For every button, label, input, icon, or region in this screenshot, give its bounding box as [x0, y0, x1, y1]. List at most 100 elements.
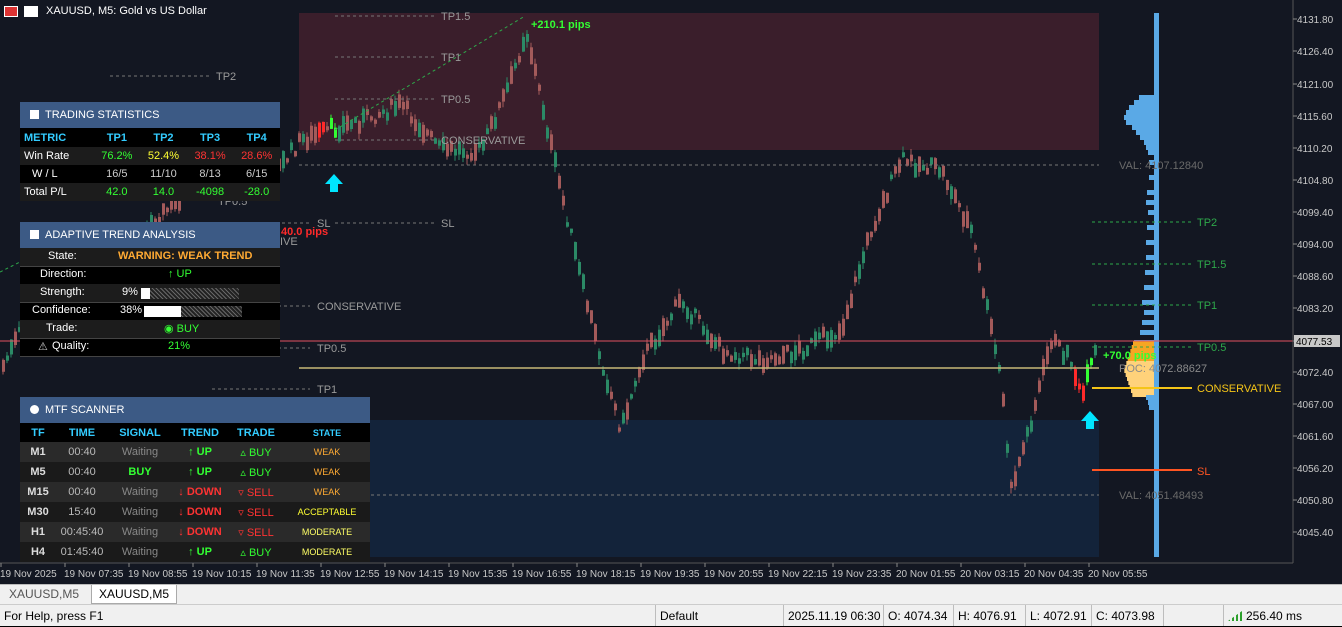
candle-body	[514, 62, 517, 69]
mtf-header-cell: TREND	[181, 426, 219, 439]
candle-body	[778, 356, 781, 365]
profile-bar	[1147, 225, 1154, 230]
candle-body	[738, 358, 741, 364]
candle-body	[530, 47, 533, 65]
poc-label: POC: 4072.88627	[1119, 363, 1207, 375]
mtf-cell: ↑ UP	[188, 466, 212, 478]
candle-body	[566, 222, 569, 227]
right-conservative-label: CONSERVATIVE	[1197, 383, 1281, 395]
mtf-cell: ↑ UP	[188, 546, 212, 558]
current-price-label: 4077.53	[1296, 337, 1333, 348]
price-tick-label: 4045.40	[1297, 528, 1334, 539]
time-tick-label: 19 Nov 18:15	[576, 569, 636, 580]
candle-body	[890, 174, 893, 180]
status-open: O: 4074.34	[883, 605, 953, 626]
tab-xauusd-m5-1[interactable]: XAUUSD,M5	[0, 585, 88, 604]
candle-body	[290, 142, 293, 151]
window-icons	[4, 6, 38, 18]
mtf-cell: 00:40	[68, 466, 96, 478]
stats-cell: 28.6%	[241, 150, 273, 162]
candle-body	[814, 331, 817, 347]
mtf-header-cell: TRADE	[237, 426, 275, 439]
mtf-cell: 01:45:40	[60, 546, 104, 558]
search-icon	[30, 405, 39, 414]
candle-body	[506, 82, 509, 93]
mtf-cell: ↓ DOWN	[178, 506, 222, 518]
candle-body	[1050, 341, 1053, 350]
mtf-cell: ↑ UP	[188, 446, 212, 458]
candle-body	[434, 138, 437, 144]
stats-row: Total P/L 42.0 14.0 -4098 -28.0	[20, 183, 280, 201]
candle-body	[982, 288, 985, 299]
demand-zone	[299, 420, 1099, 557]
candle-body	[1078, 383, 1081, 390]
candle-body	[930, 157, 933, 165]
mtf-cell: WEAK	[313, 447, 341, 457]
profile-bar	[1124, 115, 1154, 120]
val-bottom-label: VAL: 4051.48493	[1119, 490, 1203, 502]
mtf-cell: M30	[27, 506, 49, 518]
status-high: H: 4076.91	[953, 605, 1025, 626]
mtf-scanner-header: MTF SCANNER	[20, 397, 370, 423]
profile-bar	[1148, 400, 1154, 405]
trading-statistics-header: TRADING STATISTICS	[20, 102, 280, 128]
candle-body	[910, 154, 913, 162]
profile-bar	[1146, 395, 1154, 400]
direction-label: Direction:	[40, 268, 87, 280]
candle-body	[754, 358, 757, 365]
candle-body	[1090, 358, 1093, 366]
price-tick-label: 4131.80	[1297, 15, 1334, 26]
candle-body	[538, 84, 541, 91]
mtf-cell: 15:40	[68, 506, 96, 518]
profile-bar	[1140, 330, 1154, 335]
time-tick-label: 19 Nov 10:15	[192, 569, 252, 580]
tp2-left-label: TP2	[216, 71, 236, 83]
conservative-label: CONSERVATIVE	[441, 135, 525, 147]
candle-body	[994, 344, 997, 355]
candle-body	[610, 391, 613, 399]
tab-xauusd-m5-2[interactable]: XAUUSD,M5	[91, 585, 177, 604]
candle-body	[6, 355, 9, 361]
candle-body	[774, 353, 777, 366]
time-tick-label: 19 Nov 11:35	[256, 569, 315, 580]
mtf-cell: ▵ BUY	[240, 446, 272, 459]
sl-label: SL	[441, 218, 454, 230]
status-empty	[1163, 605, 1223, 626]
mtf-cell: ▿ SELL	[238, 486, 274, 499]
price-tick-label: 4050.80	[1297, 496, 1334, 507]
candle-body	[1034, 399, 1037, 411]
stats-cell: 38.1%	[194, 150, 226, 162]
pips-right-label: +70.0 pips	[1103, 350, 1157, 362]
candle-body	[590, 310, 593, 323]
tp05-label: TP0.5	[441, 94, 470, 106]
candle-body	[702, 325, 705, 335]
mtf-row: M5 00:40 BUY ↑ UP ▵ BUY WEAK	[20, 462, 370, 482]
state-label: State:	[48, 250, 77, 262]
stats-cell: 76.2%	[101, 150, 133, 162]
candle-body	[286, 158, 289, 163]
trend-analysis-panel: ADAPTIVE TREND ANALYSIS State: WARNING: …	[20, 222, 280, 357]
candle-body	[718, 336, 721, 347]
candle-body	[430, 131, 433, 138]
price-tick-label: 4072.40	[1297, 368, 1334, 379]
profile-bar	[1148, 150, 1154, 155]
candle-body	[894, 166, 897, 174]
confidence-value: 38%	[120, 304, 143, 316]
price-tick-label: 4061.60	[1297, 432, 1334, 443]
candle-body	[722, 348, 725, 364]
trading-statistics-title: TRADING STATISTICS	[45, 109, 160, 121]
time-tick-label: 20 Nov 05:55	[1088, 569, 1148, 580]
candle-body	[962, 211, 965, 227]
stats-row-label: Win Rate	[24, 150, 70, 162]
stats-header-cell: TP3	[199, 132, 221, 144]
profile-bar	[1129, 105, 1154, 110]
profile-bar	[1149, 405, 1154, 410]
candle-body	[1018, 457, 1021, 467]
candle-body	[618, 427, 621, 432]
candle-body	[858, 264, 861, 279]
profile-bar	[1148, 210, 1154, 215]
profile-bar	[1146, 200, 1154, 205]
candle-body	[422, 124, 425, 143]
right-tp05-label: TP0.5	[1197, 342, 1226, 354]
candle-body	[714, 337, 717, 349]
